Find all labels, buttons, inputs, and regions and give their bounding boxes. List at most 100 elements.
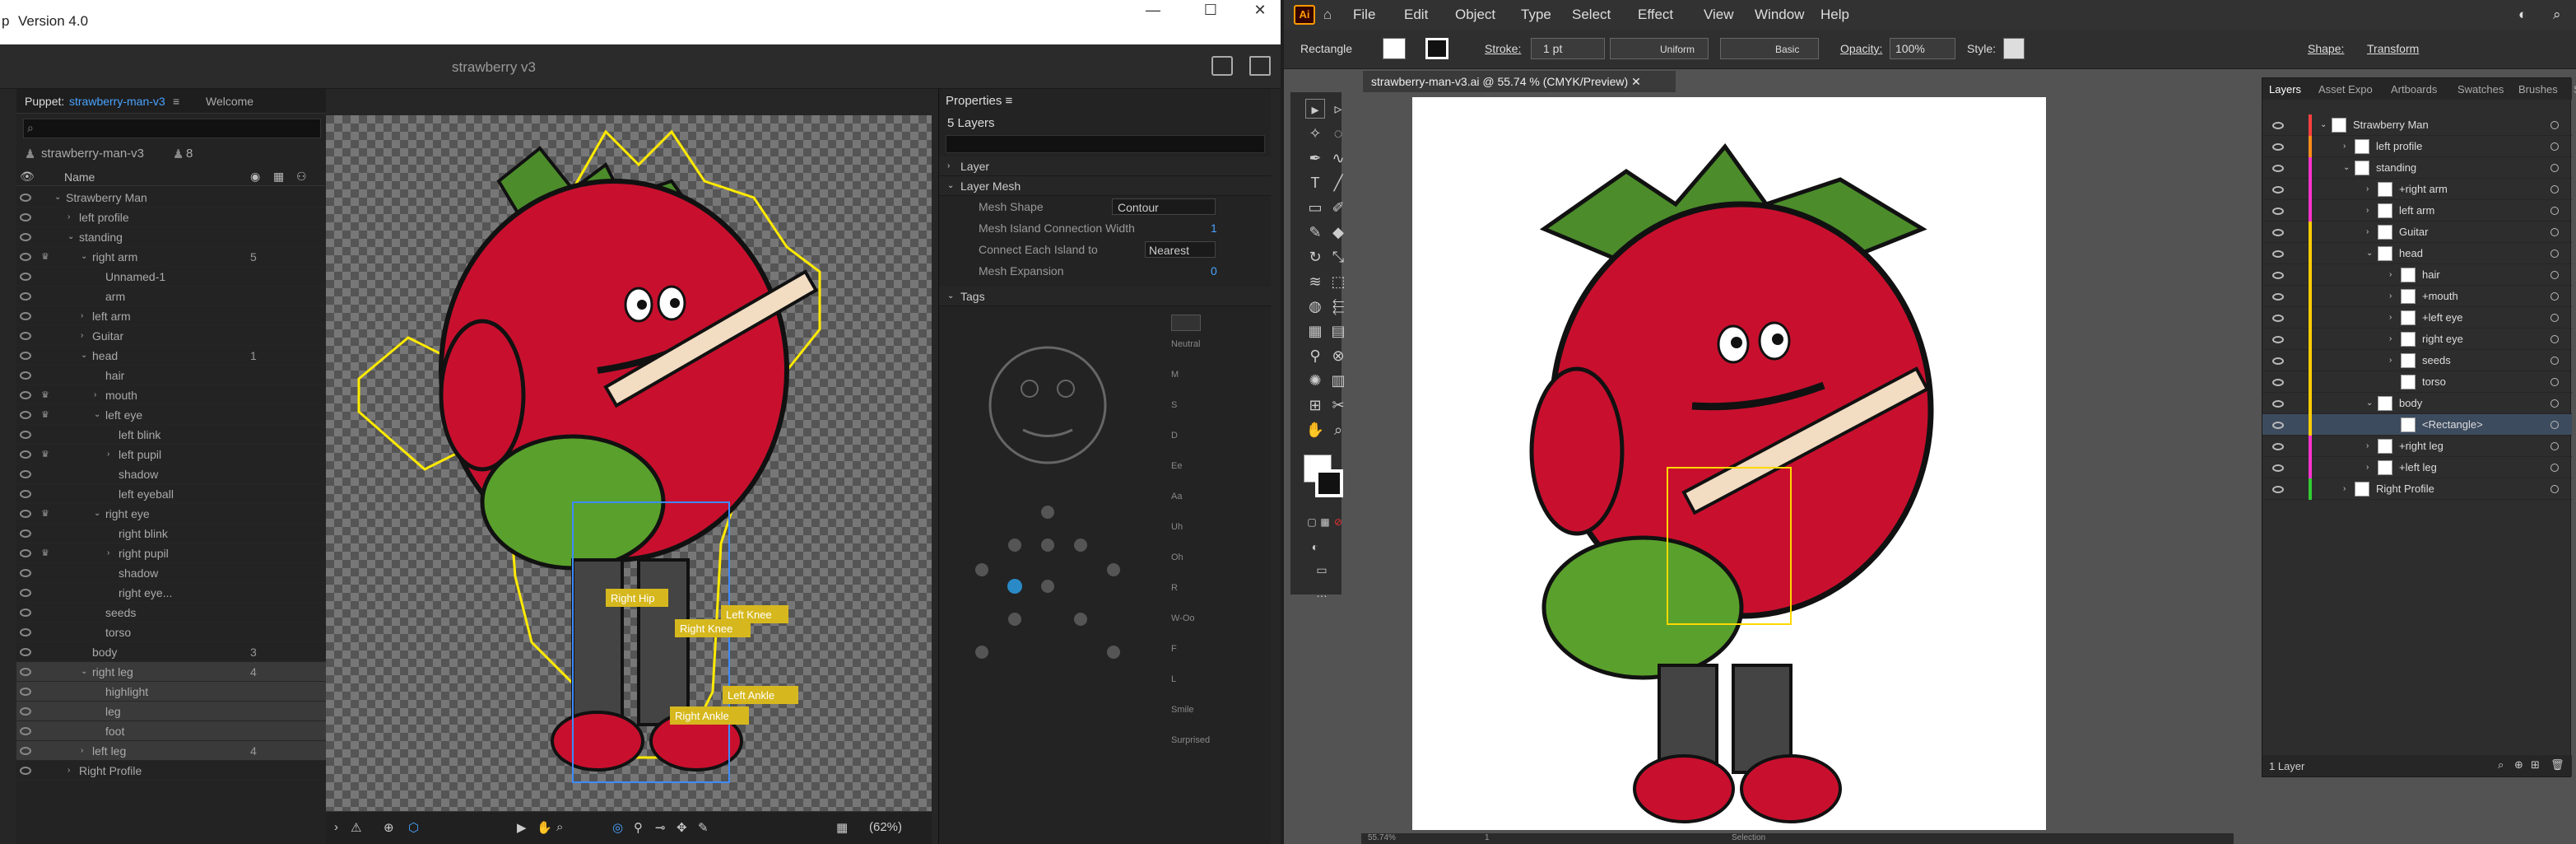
tab-asset-expo[interactable]: Asset Expo	[2318, 83, 2373, 96]
graph-tool-icon[interactable]: ▥	[1328, 371, 1348, 390]
puppet-layer-row[interactable]: left blink	[16, 425, 326, 445]
document-tab[interactable]: strawberry-man-v3.ai @ 55.74 % (CMYK/Pre…	[1363, 71, 1676, 92]
eye-icon[interactable]	[20, 609, 31, 617]
tag-label[interactable]: L	[1171, 674, 1176, 684]
chevron-right-icon[interactable]: ›	[2366, 436, 2369, 457]
eye-icon[interactable]	[2272, 336, 2284, 343]
transform-label[interactable]: Transform	[2367, 42, 2419, 55]
minimize-button[interactable]: —	[1124, 0, 1182, 23]
puppet-canvas[interactable]: Right Hip Left Knee Right Knee Left Ankl…	[326, 115, 932, 811]
tab-puppet-name[interactable]: strawberry-man-v3	[69, 95, 165, 108]
draw-tool-icon[interactable]: ✎	[698, 820, 709, 835]
puppet-layer-row[interactable]: › Guitar	[16, 326, 326, 346]
eye-icon[interactable]	[20, 490, 31, 498]
puppet-layer-row[interactable]: right eye...	[16, 583, 326, 603]
eye-icon[interactable]	[2272, 272, 2284, 279]
opacity-label[interactable]: Opacity:	[1840, 42, 1882, 55]
eye-icon[interactable]	[20, 628, 31, 636]
chevron-right-icon[interactable]: ›	[67, 761, 70, 781]
chevron-right-icon[interactable]: ›	[81, 741, 83, 761]
tags-section-header[interactable]: ⌄ Tags	[939, 287, 1272, 306]
layer-row[interactable]: › +left leg	[2262, 457, 2572, 478]
layer-row[interactable]: ⌄ standing	[2262, 157, 2572, 179]
puppet-layer-row[interactable]: left eyeball	[16, 484, 326, 504]
tag-toggle-button[interactable]	[1171, 315, 1201, 331]
dragger-tool-icon[interactable]: ✥	[677, 820, 687, 835]
eye-icon[interactable]	[2272, 315, 2284, 322]
expand-icon[interactable]: ›	[334, 820, 338, 834]
new-sublayer-icon[interactable]: ⊕	[2514, 758, 2523, 772]
shape-builder-tool-icon[interactable]: ◍	[1305, 296, 1325, 316]
pin-tool-icon[interactable]: ⚲	[634, 820, 643, 835]
mesh-expansion-value[interactable]: 0	[1211, 260, 1217, 282]
mesh-section-header[interactable]: ⌄ Layer Mesh	[939, 176, 1272, 196]
menu-window[interactable]: Window	[1755, 7, 1804, 23]
layer-row[interactable]: ⌄ body	[2262, 393, 2572, 414]
target-icon[interactable]	[2550, 357, 2559, 365]
layer-row[interactable]: › left arm	[2262, 200, 2572, 221]
selection-tool-icon[interactable]: ▸	[1305, 99, 1325, 119]
hamburger-icon[interactable]: ≡	[1006, 94, 1013, 108]
puppet-layer-row[interactable]: shadow	[16, 563, 326, 583]
locate-object-icon[interactable]: ⌕	[2498, 758, 2504, 772]
target-icon[interactable]	[2550, 399, 2559, 408]
eye-icon[interactable]	[20, 529, 31, 538]
home-icon[interactable]: ⌂	[1323, 7, 1332, 23]
shaper-tool-icon[interactable]: ✎	[1305, 222, 1325, 242]
puppet-layer-row[interactable]: seeds	[16, 603, 326, 623]
hamburger-icon[interactable]: ≡	[173, 95, 179, 108]
fill-swatch[interactable]	[1383, 38, 1406, 59]
chevron-right-icon[interactable]: ›	[2366, 200, 2369, 221]
menu-type[interactable]: Type	[1521, 7, 1551, 23]
style-swatch[interactable]	[2003, 38, 2025, 59]
chevron-right-icon[interactable]: ›	[2389, 350, 2392, 371]
hand-tool-icon[interactable]: ✋	[537, 820, 552, 835]
zoom-level[interactable]: (62%)	[869, 820, 902, 834]
search-icon[interactable]: ⌕	[2553, 7, 2561, 23]
puppet-layer-row[interactable]: ⌄ head 1	[16, 346, 326, 366]
eye-icon[interactable]	[20, 747, 31, 755]
puppet-layer-row[interactable]: shadow	[16, 464, 326, 484]
grid-icon[interactable]: ▦	[836, 820, 848, 835]
eye-icon[interactable]	[2272, 186, 2284, 194]
tag-label[interactable]: R	[1171, 583, 1178, 593]
mesh-icon[interactable]: ⊕	[384, 820, 394, 835]
chevron-right-icon[interactable]: ›	[2366, 179, 2369, 200]
eye-icon[interactable]	[2272, 486, 2284, 493]
eye-icon[interactable]	[2272, 293, 2284, 301]
layer-row[interactable]: › Right Profile	[2262, 478, 2572, 500]
puppet-layer-row[interactable]: hair	[16, 366, 326, 385]
illustrator-canvas[interactable]	[1361, 92, 2234, 833]
puppet-layer-row[interactable]: ♛ ⌄ left eye	[16, 405, 326, 425]
close-button[interactable]: ✕	[1231, 0, 1289, 23]
eye-icon[interactable]	[20, 253, 31, 261]
chevron-down-icon[interactable]: ⌄	[94, 504, 100, 524]
properties-search-input[interactable]	[939, 133, 1272, 156]
puppet-layer-row[interactable]: Unnamed-1	[16, 267, 326, 287]
tag-label[interactable]: Smile	[1171, 705, 1194, 715]
layer-row[interactable]: ⌄ head	[2262, 243, 2572, 264]
pen-tool-icon[interactable]: ✒	[1305, 148, 1325, 168]
layer-section-header[interactable]: › Layer	[939, 156, 1272, 176]
tag-label[interactable]: Neutral	[1171, 339, 1200, 349]
chevron-right-icon[interactable]: ›	[2389, 286, 2392, 307]
tag-label[interactable]: M	[1171, 370, 1179, 380]
eye-icon[interactable]	[2272, 464, 2284, 472]
layer-row[interactable]: ⌄ Strawberry Man	[2262, 114, 2572, 136]
target-icon[interactable]	[2550, 185, 2559, 194]
eye-icon[interactable]	[20, 332, 31, 340]
tag-label[interactable]: W-Oo	[1171, 613, 1195, 623]
blend-tool-icon[interactable]: ⊗	[1328, 346, 1348, 366]
layer-row[interactable]: › right eye	[2262, 329, 2572, 350]
eye-icon[interactable]	[20, 371, 31, 380]
tab-layers[interactable]: Layers	[2269, 83, 2301, 96]
puppet-layer-row[interactable]: ♛ › left pupil	[16, 445, 326, 464]
magic-wand-tool-icon[interactable]: ✧	[1305, 124, 1325, 143]
close-tab-icon[interactable]: ✕	[1631, 75, 1641, 88]
chevron-right-icon[interactable]: ›	[2389, 307, 2392, 329]
stroke-swatch[interactable]	[1425, 38, 1448, 59]
eye-icon[interactable]	[2272, 165, 2284, 172]
island-width-value[interactable]: 1	[1211, 217, 1217, 239]
paintbrush-tool-icon[interactable]: ✐	[1328, 198, 1348, 217]
menu-effect[interactable]: Effect	[1638, 7, 1673, 23]
